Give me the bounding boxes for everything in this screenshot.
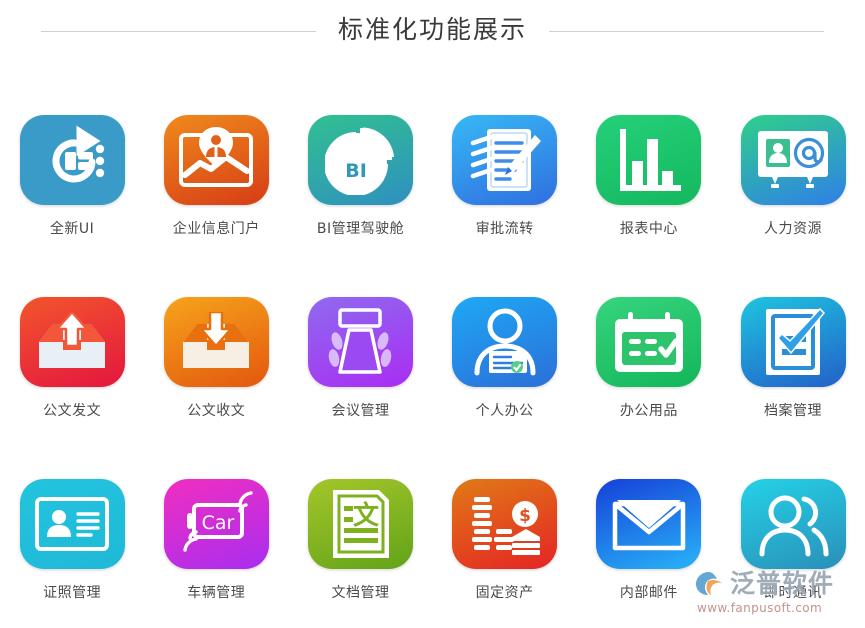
- feature-cell-human-resources[interactable]: 人力资源: [721, 56, 865, 238]
- feature-tile-enterprise-portal[interactable]: [163, 115, 269, 205]
- feature-grid: 全新UI 企业信息门户 BI BI管理驾驶舱 审批流转 报表中心 人力资源 公文…: [0, 56, 865, 602]
- map-person-pin-icon: [178, 127, 254, 193]
- svg-text:$: $: [519, 506, 531, 526]
- feature-tile-license-mgmt[interactable]: [19, 479, 125, 569]
- svg-text:BI: BI: [346, 160, 368, 182]
- feature-cell-internal-mail[interactable]: 内部邮件: [577, 420, 721, 602]
- feature-tile-new-ui[interactable]: [19, 115, 125, 205]
- feature-cell-approval-flow[interactable]: 审批流转: [433, 56, 577, 238]
- envelope-icon: [611, 496, 687, 552]
- pie-chart-bi-icon: BI: [325, 125, 395, 195]
- page-title: 标准化功能展示: [337, 14, 527, 44]
- id-card-at-icon: [756, 129, 830, 191]
- feature-label-doc-outgoing: 公文发文: [43, 403, 102, 419]
- feature-label-meeting-mgmt: 会议管理: [331, 403, 390, 419]
- feature-tile-human-resources[interactable]: [740, 115, 846, 205]
- feature-label-doc-incoming: 公文收文: [187, 403, 246, 419]
- feature-tile-instant-messaging[interactable]: [740, 479, 846, 569]
- page-header: 标准化功能展示: [0, 0, 865, 56]
- feature-label-approval-flow: 审批流转: [475, 221, 534, 237]
- identity-card-icon: [34, 496, 110, 552]
- refresh-layout-icon: [36, 124, 108, 196]
- feature-cell-vehicle-mgmt[interactable]: Car 车辆管理: [144, 420, 288, 602]
- bar-chart-icon: [615, 127, 683, 193]
- svg-text:Car: Car: [202, 512, 235, 534]
- feature-cell-archive-mgmt[interactable]: 档案管理: [721, 238, 865, 420]
- feature-label-fixed-assets: 固定资产: [475, 585, 534, 601]
- app-root: 标准化功能展示 全新UI 企业信息门户 BI BI管理驾驶舱 审批流转 报表中心…: [0, 0, 865, 628]
- feature-label-license-mgmt: 证照管理: [43, 585, 102, 601]
- feature-tile-bi-dashboard[interactable]: BI: [307, 115, 413, 205]
- watermark-url: www.fanpusoft.com: [697, 601, 823, 615]
- feature-label-archive-mgmt: 档案管理: [764, 403, 823, 419]
- feature-tile-personal-office[interactable]: [452, 297, 558, 387]
- feature-cell-fixed-assets[interactable]: $ 固定资产: [433, 420, 577, 602]
- feature-cell-document-mgmt[interactable]: 文 文档管理: [288, 420, 432, 602]
- feature-cell-bi-dashboard[interactable]: BI BI管理驾驶舱: [288, 56, 432, 238]
- feature-tile-doc-incoming[interactable]: [163, 297, 269, 387]
- feature-tile-report-center[interactable]: [596, 115, 702, 205]
- feature-tile-doc-outgoing[interactable]: [19, 297, 125, 387]
- conference-table-icon: [324, 308, 396, 376]
- header-divider-left: [40, 30, 316, 32]
- feature-label-bi-dashboard: BI管理驾驶舱: [316, 221, 405, 237]
- person-card-icon: [469, 307, 541, 377]
- feature-cell-report-center[interactable]: 报表中心: [577, 56, 721, 238]
- document-check-icon: [758, 305, 828, 379]
- feature-cell-doc-incoming[interactable]: 公文收文: [144, 238, 288, 420]
- feature-tile-document-mgmt[interactable]: 文: [307, 479, 413, 569]
- document-wen-icon: 文: [327, 486, 393, 562]
- outbox-up-icon: [35, 312, 109, 372]
- feature-tile-meeting-mgmt[interactable]: [307, 297, 413, 387]
- feature-label-document-mgmt: 文档管理: [331, 585, 390, 601]
- feature-cell-personal-office[interactable]: 个人办公: [433, 238, 577, 420]
- feature-label-enterprise-portal: 企业信息门户: [172, 221, 260, 237]
- feature-label-internal-mail: 内部邮件: [619, 585, 678, 601]
- header-divider-right: [549, 30, 824, 32]
- two-people-icon: [756, 490, 830, 558]
- feature-label-instant-messaging: 即时通讯: [764, 585, 823, 601]
- feature-tile-office-supplies[interactable]: [596, 297, 702, 387]
- svg-text:文: 文: [353, 500, 380, 531]
- inbox-down-icon: [179, 312, 253, 372]
- coins-dollar-icon: $: [468, 493, 542, 555]
- feature-cell-doc-outgoing[interactable]: 公文发文: [0, 238, 144, 420]
- feature-tile-archive-mgmt[interactable]: [740, 297, 846, 387]
- feature-tile-internal-mail[interactable]: [596, 479, 702, 569]
- feature-label-report-center: 报表中心: [619, 221, 678, 237]
- calendar-check-icon: [612, 310, 686, 374]
- feature-cell-office-supplies[interactable]: 办公用品: [577, 238, 721, 420]
- feature-cell-new-ui[interactable]: 全新UI: [0, 56, 144, 238]
- feature-cell-instant-messaging[interactable]: 即时通讯: [721, 420, 865, 602]
- car-plate-signal-icon: Car: [178, 491, 254, 557]
- feature-tile-fixed-assets[interactable]: $: [452, 479, 558, 569]
- feature-label-office-supplies: 办公用品: [619, 403, 678, 419]
- feature-label-vehicle-mgmt: 车辆管理: [187, 585, 246, 601]
- feature-label-new-ui: 全新UI: [49, 221, 95, 237]
- feature-tile-approval-flow[interactable]: [452, 115, 558, 205]
- feature-cell-license-mgmt[interactable]: 证照管理: [0, 420, 144, 602]
- feature-cell-meeting-mgmt[interactable]: 会议管理: [288, 238, 432, 420]
- notepad-pen-icon: [469, 123, 541, 197]
- feature-cell-enterprise-portal[interactable]: 企业信息门户: [144, 56, 288, 238]
- feature-tile-vehicle-mgmt[interactable]: Car: [163, 479, 269, 569]
- feature-label-personal-office: 个人办公: [475, 403, 534, 419]
- feature-label-human-resources: 人力资源: [764, 221, 823, 237]
